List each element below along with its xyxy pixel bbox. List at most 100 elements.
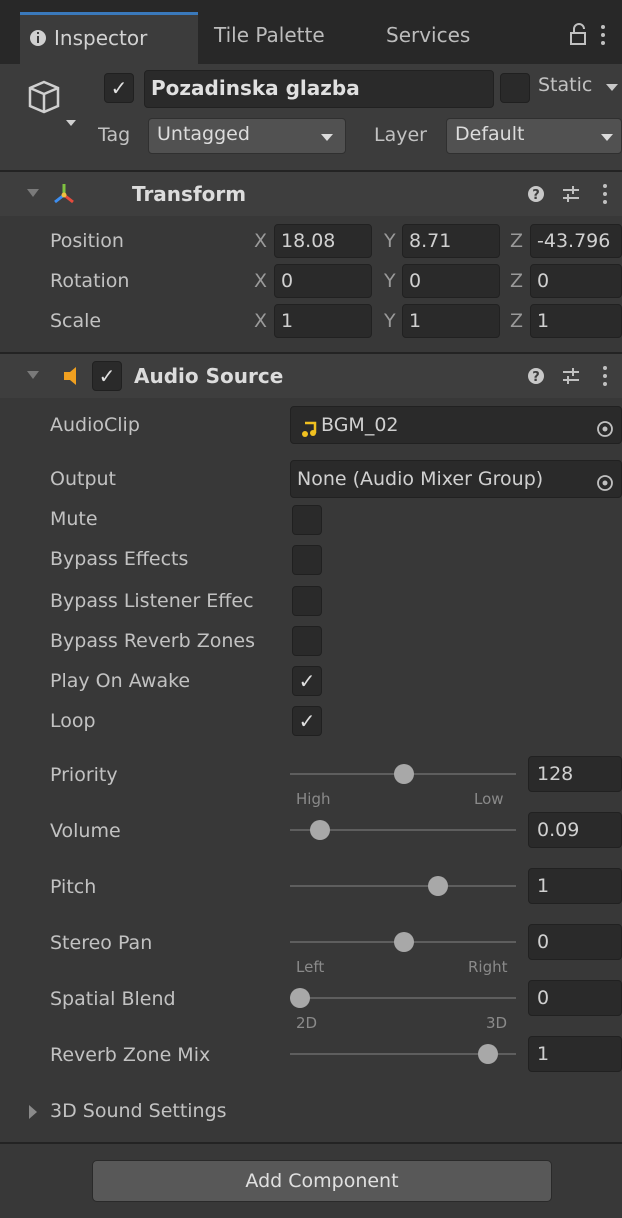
- reverb-zone-mix-slider[interactable]: [290, 1042, 516, 1066]
- tab-services-label: Services: [386, 23, 471, 47]
- audio-source-header[interactable]: ✓ Audio Source ?: [0, 354, 622, 398]
- spatial-blend-field[interactable]: 0: [528, 980, 622, 1016]
- scale-y-field[interactable]: 1: [402, 304, 500, 338]
- foldout-arrow-right-icon: [26, 1102, 40, 1127]
- output-field[interactable]: None (Audio Mixer Group): [290, 460, 622, 498]
- rotation-z-field[interactable]: 0: [530, 264, 622, 298]
- stereo-pan-label: Stereo Pan: [50, 932, 153, 954]
- reverb-zone-mix-field[interactable]: 1: [528, 1036, 622, 1072]
- priority-slider[interactable]: [290, 762, 516, 786]
- spatial-blend-slider-track: [290, 997, 516, 999]
- bypass-effects-checkbox[interactable]: [292, 545, 322, 575]
- position-z-value: -43.796: [537, 230, 611, 252]
- gameobject-name-field[interactable]: Pozadinska glazba: [144, 70, 494, 108]
- stereo-pan-right-label: Right: [468, 958, 508, 976]
- rotation-y-label[interactable]: Y: [384, 270, 396, 292]
- volume-slider-thumb[interactable]: [310, 820, 330, 840]
- scale-x-label[interactable]: X: [254, 310, 267, 332]
- position-y-label[interactable]: Y: [384, 230, 396, 252]
- transform-help-icon[interactable]: ?: [526, 183, 546, 210]
- volume-value: 0.09: [537, 819, 580, 841]
- output-label: Output: [50, 468, 116, 490]
- audio-source-presets-icon[interactable]: [560, 365, 582, 392]
- pitch-field[interactable]: 1: [528, 868, 622, 904]
- tab-tile-palette[interactable]: Tile Palette: [214, 12, 364, 64]
- svg-text:?: ?: [532, 188, 540, 203]
- bypass-reverb-zones-checkbox[interactable]: [292, 626, 322, 656]
- transform-menu-icon[interactable]: [600, 182, 610, 211]
- spatial-blend-slider[interactable]: [290, 986, 516, 1010]
- scale-x-field[interactable]: 1: [274, 304, 372, 338]
- reverb-zone-mix-slider-thumb[interactable]: [478, 1044, 498, 1064]
- rotation-x-field[interactable]: 0: [274, 264, 372, 298]
- reverb-zone-mix-label: Reverb Zone Mix: [50, 1044, 211, 1066]
- transform-presets-icon[interactable]: [560, 183, 582, 210]
- mute-checkbox[interactable]: [292, 505, 322, 535]
- layer-dropdown[interactable]: Default: [446, 118, 622, 154]
- spatial-blend-slider-thumb[interactable]: [290, 988, 310, 1008]
- pitch-slider[interactable]: [290, 874, 516, 898]
- audio-source-menu-icon[interactable]: [600, 364, 610, 393]
- tab-menu-icon[interactable]: [598, 22, 608, 53]
- position-x-field[interactable]: 18.08: [274, 224, 372, 258]
- audio-source-foldout-arrow-icon[interactable]: [26, 366, 40, 391]
- bypass-listener-effects-checkbox[interactable]: [292, 586, 322, 616]
- volume-field[interactable]: 0.09: [528, 812, 622, 848]
- rotation-x-value: 0: [281, 270, 294, 292]
- priority-slider-thumb[interactable]: [394, 764, 414, 784]
- scale-z-label[interactable]: Z: [510, 310, 523, 332]
- pitch-slider-thumb[interactable]: [428, 876, 448, 896]
- 3d-sound-settings-foldout[interactable]: 3D Sound Settings: [24, 1098, 324, 1128]
- static-checkbox[interactable]: [500, 73, 530, 103]
- scale-z-field[interactable]: 1: [530, 304, 622, 338]
- audio-source-icon: [62, 364, 84, 393]
- loop-checkbox[interactable]: ✓: [292, 706, 322, 736]
- stereo-pan-value: 0: [537, 931, 550, 953]
- audio-source-enabled-checkbox[interactable]: ✓: [92, 361, 122, 391]
- rotation-z-label[interactable]: Z: [510, 270, 523, 292]
- spatial-blend-2d-label: 2D: [296, 1014, 318, 1032]
- tab-inspector[interactable]: Inspector: [20, 12, 198, 64]
- transform-header[interactable]: Transform ?: [0, 172, 622, 216]
- lock-icon[interactable]: [568, 22, 588, 53]
- audioclip-value: BGM_02: [321, 414, 399, 436]
- audioclip-field[interactable]: BGM_02: [290, 406, 622, 444]
- rotation-x-label[interactable]: X: [254, 270, 267, 292]
- add-component-button[interactable]: Add Component: [92, 1160, 552, 1202]
- reverb-zone-mix-value: 1: [537, 1043, 550, 1065]
- active-checkbox[interactable]: ✓: [104, 73, 134, 103]
- transform-foldout-arrow-icon[interactable]: [26, 184, 40, 209]
- volume-slider[interactable]: [290, 818, 516, 842]
- tag-value: Untagged: [157, 123, 250, 145]
- position-z-field[interactable]: -43.796: [530, 224, 622, 258]
- tab-services[interactable]: Services: [386, 12, 516, 64]
- priority-value: 128: [537, 763, 574, 785]
- stereo-pan-slider-thumb[interactable]: [394, 932, 414, 952]
- gameobject-name-value: Pozadinska glazba: [151, 76, 360, 100]
- pitch-slider-track: [290, 885, 516, 887]
- stereo-pan-slider[interactable]: [290, 930, 516, 954]
- play-on-awake-label: Play On Awake: [50, 670, 191, 692]
- scale-y-label[interactable]: Y: [384, 310, 396, 332]
- play-on-awake-checkbox[interactable]: ✓: [292, 666, 322, 696]
- output-object-picker-icon[interactable]: [595, 469, 615, 497]
- spatial-blend-3d-label: 3D: [486, 1014, 508, 1032]
- scale-label: Scale: [50, 310, 102, 332]
- priority-field[interactable]: 128: [528, 756, 622, 792]
- mute-label: Mute: [50, 508, 98, 530]
- bypass-reverb-zones-label: Bypass Reverb Zones: [50, 630, 255, 652]
- tag-label: Tag: [98, 124, 131, 146]
- stereo-pan-field[interactable]: 0: [528, 924, 622, 960]
- rotation-y-field[interactable]: 0: [402, 264, 500, 298]
- audioclip-object-picker-icon[interactable]: [595, 415, 615, 443]
- tag-dropdown[interactable]: Untagged: [148, 118, 346, 154]
- position-y-field[interactable]: 8.71: [402, 224, 500, 258]
- audio-source-help-icon[interactable]: ?: [526, 365, 546, 392]
- static-dropdown-icon[interactable]: [604, 78, 620, 103]
- position-x-label[interactable]: X: [254, 230, 267, 252]
- gameobject-cube-icon[interactable]: [24, 76, 84, 135]
- spatial-blend-label: Spatial Blend: [50, 988, 176, 1010]
- transform-axis-icon: [50, 180, 78, 213]
- position-z-label[interactable]: Z: [510, 230, 523, 252]
- loop-label: Loop: [50, 710, 96, 732]
